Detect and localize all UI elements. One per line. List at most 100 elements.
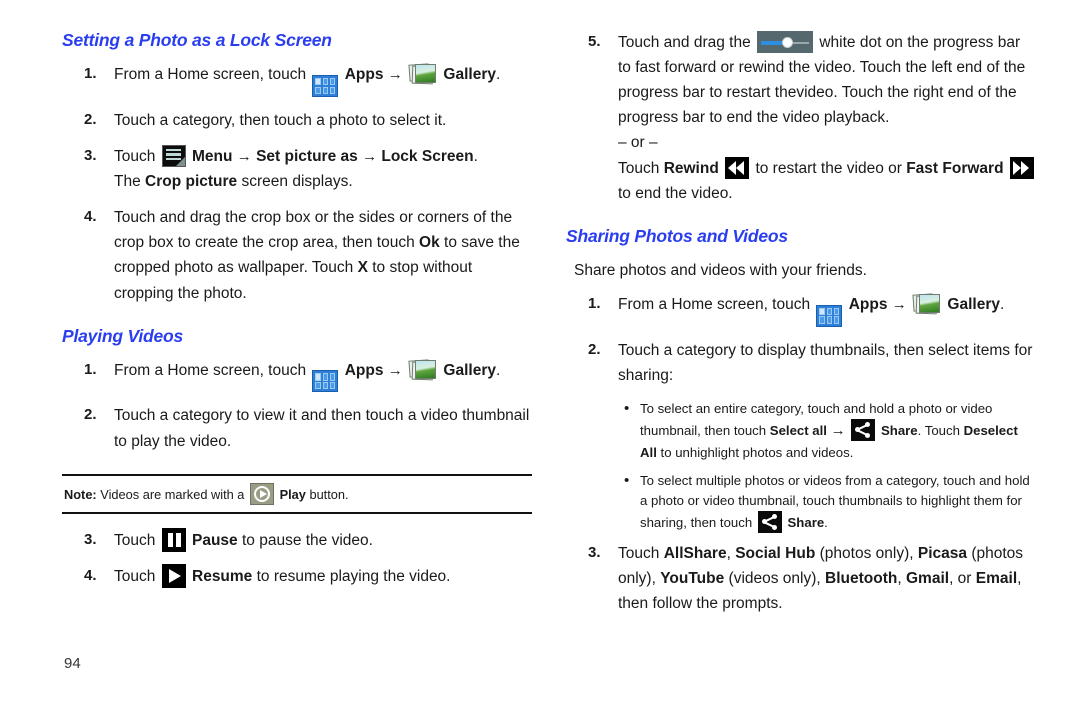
email-label: Email: [975, 570, 1018, 588]
step-text: Touch a category to view it and then tou…: [114, 407, 530, 450]
gallery-label: Gallery: [947, 295, 1000, 313]
step-text: Touch a category, then touch a photo to …: [114, 111, 447, 129]
list-item: • To select an entire category, touch an…: [624, 399, 1036, 463]
pause-label: Pause: [192, 531, 238, 549]
step-text: Touch: [114, 531, 156, 549]
arrow-icon: →: [387, 66, 403, 83]
step-text: Touch a category to display thumbnails, …: [618, 341, 1033, 384]
arrow-icon: →: [362, 147, 378, 165]
note-text: Videos are marked with a: [100, 486, 245, 502]
section-heading-sharing: Sharing Photos and Videos: [566, 225, 788, 246]
step-item: 3. Touch AllShare, Social Hub (photos on…: [566, 541, 1036, 616]
step-item: 3. Touch Menu → Set picture as → Lock Sc…: [62, 144, 532, 194]
sep: (videos only),: [728, 570, 821, 588]
apps-icon: [816, 304, 843, 327]
or-separator: – or –: [618, 134, 658, 152]
bullet-text-3: to unhighlight photos and videos.: [660, 444, 854, 460]
apps-icon: [312, 74, 339, 97]
step-item: 3. Touch Pause to pause the video.: [62, 527, 532, 553]
step-number: 3.: [84, 530, 97, 548]
step-text: From a Home screen, touch: [114, 361, 307, 379]
document-page: Setting a Photo as a Lock Screen 1. From…: [0, 0, 1080, 720]
play-label: Play: [279, 486, 306, 502]
step-text: Touch: [114, 567, 156, 585]
alt-text: Touch: [618, 159, 660, 177]
sharing-intro: Share photos and videos with your friend…: [574, 261, 867, 279]
sep: (photos only),: [819, 544, 914, 562]
pause-icon: [161, 527, 186, 552]
play-button-icon: [250, 482, 274, 505]
fast-forward-label: Fast Forward: [906, 159, 1004, 177]
gallery-icon: [408, 62, 437, 86]
apps-icon: [312, 370, 339, 393]
note-label: Note:: [64, 486, 97, 502]
crop-picture-label: Crop picture: [145, 173, 238, 191]
sep: ,: [897, 570, 902, 588]
sep: ,: [726, 544, 731, 562]
step-text: From a Home screen, touch: [618, 295, 811, 313]
allshare-label: AllShare: [663, 544, 727, 562]
section-heading-lock-screen: Setting a Photo as a Lock Screen: [62, 30, 332, 50]
step-period: .: [473, 147, 478, 165]
page-number: 94: [64, 655, 81, 672]
right-column: 5. Touch and drag the white dot on the p…: [566, 30, 1036, 627]
bluetooth-label: Bluetooth: [825, 570, 898, 588]
gmail-label: Gmail: [905, 570, 950, 588]
step-period: .: [495, 361, 501, 379]
arrow-icon: →: [236, 147, 252, 165]
menu-icon: [161, 144, 186, 167]
progress-bar-icon: [757, 31, 814, 53]
arrow-icon: →: [830, 421, 846, 439]
fast-forward-icon: [1009, 156, 1034, 179]
bullet-dot-icon: •: [624, 399, 630, 417]
step-text: Touch: [618, 544, 660, 562]
step-number: 1.: [84, 65, 97, 82]
bullet-text: To select multiple photos or videos from…: [640, 472, 1030, 530]
apps-label: Apps: [344, 66, 384, 83]
lock-screen-label: Lock Screen: [381, 147, 474, 165]
alt-text-mid: to restart the video or: [755, 159, 902, 177]
step-item: 1. From a Home screen, touch Apps → Gall…: [62, 62, 532, 97]
bullet-list: • To select an entire category, touch an…: [566, 399, 1036, 533]
alt-text-end: to end the video.: [618, 184, 733, 202]
step-item: 1. From a Home screen, touch Apps → Gall…: [566, 292, 1036, 327]
share-icon: [851, 418, 876, 441]
arrow-icon: →: [387, 361, 403, 379]
step-item: 2. Touch a category, then touch a photo …: [62, 108, 532, 133]
step-number: 3.: [588, 543, 601, 561]
step-text: From a Home screen, touch: [114, 66, 307, 83]
step-item: 2. Touch a category to display thumbnail…: [566, 338, 1036, 388]
x-label: X: [357, 259, 368, 277]
step-text-end: to resume playing the video.: [256, 567, 451, 585]
step-period: .: [999, 295, 1005, 313]
gallery-icon: [408, 358, 437, 382]
step-item: 4. Touch and drag the crop box or the si…: [62, 205, 532, 305]
sep: , or: [949, 570, 972, 588]
select-all-label: Select all: [769, 422, 827, 438]
youtube-label: YouTube: [660, 570, 725, 588]
share-label: Share: [880, 422, 918, 438]
resume-label: Resume: [192, 567, 253, 585]
step-text: Touch: [114, 147, 156, 165]
step-number: 2.: [588, 340, 601, 358]
bullet-dot-icon: •: [624, 471, 630, 489]
share-icon: [757, 510, 782, 533]
resume-icon: [161, 563, 186, 588]
step-text-end: to pause the video.: [241, 531, 373, 549]
step-number: 2.: [84, 406, 97, 424]
note-box: Note: Videos are marked with a Play butt…: [62, 473, 532, 514]
step-number: 3.: [84, 146, 97, 164]
ok-label: Ok: [419, 234, 440, 252]
step-number: 1.: [84, 360, 97, 378]
step-number: 1.: [588, 294, 601, 312]
arrow-icon: →: [891, 295, 907, 313]
gallery-label: Gallery: [443, 361, 496, 379]
step-number: 5.: [588, 33, 601, 50]
list-item: • To select multiple photos or videos fr…: [624, 471, 1036, 533]
step-item: 5. Touch and drag the white dot on the p…: [566, 30, 1036, 206]
step-text: Touch and drag the: [618, 34, 751, 51]
apps-label: Apps: [344, 361, 384, 379]
step-number: 2.: [84, 110, 97, 128]
step-item: 1. From a Home screen, touch Apps → Gall…: [62, 358, 532, 393]
section-heading-playing-videos: Playing Videos: [62, 325, 184, 346]
